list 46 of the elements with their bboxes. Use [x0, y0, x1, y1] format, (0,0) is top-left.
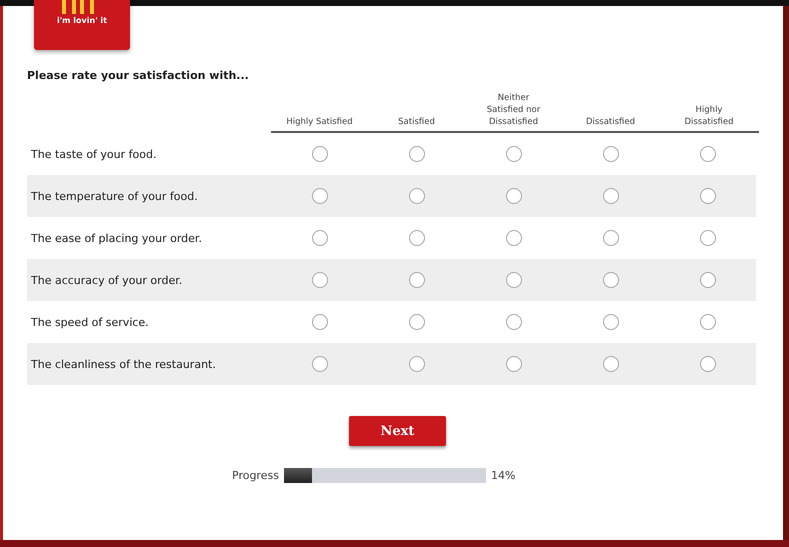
radio-button[interactable]	[700, 272, 716, 288]
radio-button[interactable]	[700, 188, 716, 204]
radio-button[interactable]	[602, 188, 618, 204]
column-header: Satisfied	[398, 116, 435, 128]
next-button[interactable]: Next	[349, 416, 446, 446]
radio-button[interactable]	[408, 356, 424, 372]
radio-button[interactable]	[506, 314, 522, 330]
radio-button[interactable]	[700, 356, 716, 372]
question-heading: Please rate your satisfaction with...	[27, 69, 249, 82]
radio-button[interactable]	[700, 314, 716, 330]
radio-button[interactable]	[408, 146, 424, 162]
column-header: Highly Satisfied	[286, 116, 353, 128]
row-label: The speed of service.	[30, 316, 150, 328]
row-label: The taste of your food.	[30, 148, 158, 160]
radio-button[interactable]	[602, 272, 618, 288]
radio-button[interactable]	[602, 356, 618, 372]
radio-button[interactable]	[700, 230, 716, 246]
radio-button[interactable]	[408, 188, 424, 204]
radio-button[interactable]	[408, 314, 424, 330]
radio-button[interactable]	[312, 188, 328, 204]
row-label: The cleanliness of the restaurant.	[30, 358, 217, 370]
radio-button[interactable]	[312, 314, 328, 330]
progress-reading: 14%	[490, 469, 516, 482]
progress-label: Progress	[232, 469, 279, 482]
radio-button[interactable]	[506, 230, 522, 246]
radio-button[interactable]	[700, 146, 716, 162]
radio-button[interactable]	[602, 230, 618, 246]
column-header: Dissatisfied	[586, 116, 636, 128]
radio-button[interactable]	[506, 188, 522, 204]
tagline: i'm lovin' it	[56, 16, 107, 25]
radio-button[interactable]	[408, 272, 424, 288]
radio-button[interactable]	[312, 272, 328, 288]
column-header: Highly Dissatisfied	[683, 104, 735, 128]
radio-button[interactable]	[506, 356, 522, 372]
radio-button[interactable]	[602, 146, 618, 162]
row-label: The accuracy of your order.	[30, 274, 184, 286]
column-header: Neither Satisfied nor Dissatisfied	[486, 92, 542, 128]
radio-button[interactable]	[506, 146, 522, 162]
radio-button[interactable]	[408, 230, 424, 246]
radio-button[interactable]	[312, 356, 328, 372]
row-label: The ease of placing your order.	[30, 232, 203, 244]
row-label: The temperature of your food.	[30, 190, 199, 202]
radio-button[interactable]	[506, 272, 522, 288]
radio-button[interactable]	[312, 230, 328, 246]
radio-button[interactable]	[312, 146, 328, 162]
radio-button[interactable]	[602, 314, 618, 330]
